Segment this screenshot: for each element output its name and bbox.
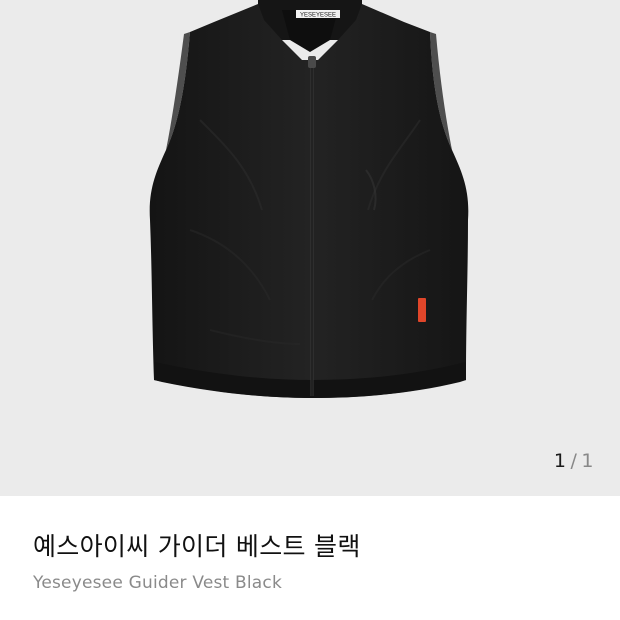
product-info: 예스아이씨 가이더 베스트 블랙 Yeseyesee Guider Vest B… (0, 496, 620, 620)
pager-current: 1 (553, 450, 567, 472)
pager-total: 1 (581, 450, 594, 472)
product-title-english: Yeseyesee Guider Vest Black (33, 573, 283, 593)
cut-off-content-row (33, 614, 593, 620)
product-image[interactable]: YESEYESEE (0, 0, 620, 496)
product-image-gallery[interactable]: YESEYESEE 1/1 (0, 0, 620, 496)
pager-separator: / (570, 450, 578, 472)
image-pager: 1/1 (554, 450, 594, 472)
collar-logo-text: YESEYESEE (300, 13, 336, 19)
product-title-korean: 예스아이씨 가이더 베스트 블랙 (33, 532, 361, 561)
product-detail-page: YESEYESEE 1/1 예스아이씨 가이더 베스트 블랙 Yeseyesee… (0, 0, 620, 620)
